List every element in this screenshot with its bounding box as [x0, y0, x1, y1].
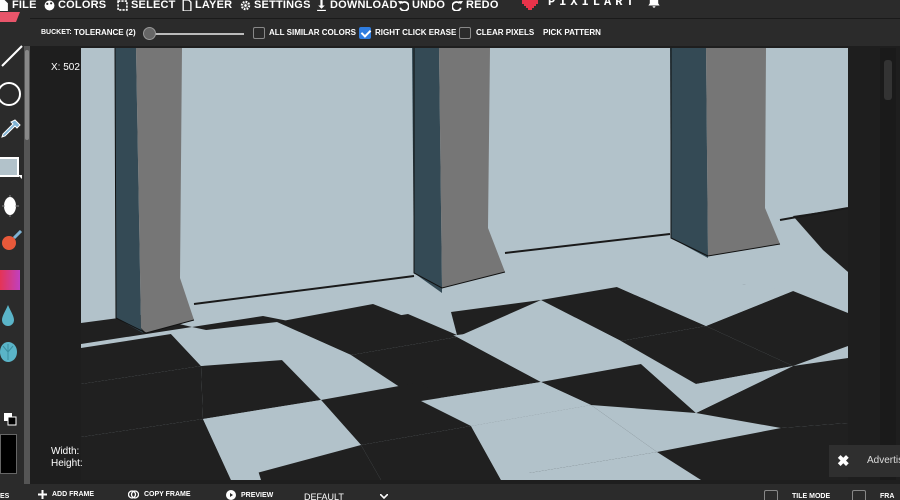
- advertisement-tab[interactable]: ✖ Advertis: [829, 445, 900, 477]
- gear-icon: [240, 0, 251, 10]
- drawing-canvas[interactable]: [81, 48, 848, 480]
- canvas-height-label: Height:: [51, 458, 83, 469]
- advertisement-label: Advertis: [867, 455, 900, 466]
- eyedropper-icon[interactable]: [0, 118, 24, 142]
- rectangle-icon[interactable]: [0, 156, 24, 180]
- close-icon[interactable]: ✖: [837, 452, 850, 470]
- bucket-icon[interactable]: [0, 230, 24, 254]
- add-frame-label: ADD FRAME: [52, 491, 94, 498]
- pillar-2-face: [439, 48, 505, 288]
- tolerance-slider-handle[interactable]: [143, 27, 156, 40]
- preview-label: PREVIEW: [241, 491, 274, 499]
- download-menu[interactable]: DOWNLOAD: [316, 0, 398, 14]
- select-menu-label: SELECT: [131, 0, 176, 11]
- layer-icon: [182, 0, 192, 11]
- copy-frame-button[interactable]: COPY FRAME: [128, 490, 191, 499]
- layer-menu-label: LAYER: [195, 0, 233, 11]
- file-icon: [0, 0, 8, 11]
- preview-button[interactable]: PREVIEW: [226, 490, 273, 500]
- frame-speed-select[interactable]: DEFAULT: [304, 492, 344, 500]
- frames-label: ES: [0, 493, 10, 500]
- pillar-3-shadow: [670, 48, 708, 258]
- tile-mode-label[interactable]: TILE MODE: [792, 493, 830, 500]
- all-similar-colors-label[interactable]: ALL SIMILAR COLORS: [269, 28, 356, 37]
- top-menu-bar: FILE COLORS SELECT LAYER SETTINGS DOWNLO…: [0, 0, 900, 18]
- redo-button[interactable]: REDO: [452, 0, 499, 14]
- tolerance-label: TOLERANCE (2): [74, 28, 136, 37]
- download-menu-label: DOWNLOAD: [330, 0, 398, 11]
- bell-icon[interactable]: [647, 0, 661, 9]
- copy-frame-label: COPY FRAME: [144, 491, 191, 498]
- plus-icon: [38, 490, 47, 499]
- undo-button[interactable]: UNDO: [398, 0, 445, 14]
- settings-menu-label: SETTINGS: [254, 0, 311, 11]
- tile-mode-checkbox[interactable]: [764, 490, 778, 500]
- lighten-icon[interactable]: [0, 194, 24, 218]
- primary-color-swatch[interactable]: [0, 434, 17, 474]
- add-frame-button[interactable]: ADD FRAME: [38, 490, 94, 499]
- pillar-3-face: [706, 48, 780, 256]
- pillar-2-shadow: [412, 48, 442, 293]
- pixel-art-scene[interactable]: [81, 48, 848, 480]
- cursor-coordinates: X: 502: [51, 62, 80, 73]
- colors-menu-label: COLORS: [58, 0, 107, 11]
- play-icon: [226, 490, 236, 500]
- redo-icon: [452, 0, 463, 11]
- shell-icon[interactable]: [0, 340, 24, 364]
- redo-label: REDO: [466, 0, 499, 11]
- undo-label: UNDO: [412, 0, 446, 11]
- frames-toggle-label[interactable]: FRA: [880, 493, 894, 500]
- download-icon: [317, 0, 326, 11]
- chevron-down-icon[interactable]: [380, 494, 388, 500]
- colors-menu[interactable]: COLORS: [44, 0, 106, 14]
- select-menu[interactable]: SELECT: [117, 0, 176, 14]
- clear-pixels-label[interactable]: CLEAR PIXELS: [476, 28, 534, 37]
- blur-icon[interactable]: [0, 304, 24, 328]
- clear-pixels-checkbox[interactable]: [459, 27, 471, 39]
- layer-menu[interactable]: LAYER: [181, 0, 232, 14]
- frames-bar: ES ADD FRAME COPY FRAME PREVIEW DEFAULT …: [0, 484, 900, 500]
- all-similar-colors-checkbox[interactable]: [253, 27, 265, 39]
- circle-icon[interactable]: [0, 82, 24, 106]
- settings-menu[interactable]: SETTINGS: [240, 0, 311, 14]
- pillar-1-face: [136, 48, 194, 333]
- right-click-erase-label[interactable]: RIGHT CLICK ERASE: [375, 28, 456, 37]
- frame-speed-value: DEFAULT: [304, 492, 344, 500]
- right-click-erase-checkbox[interactable]: [359, 27, 371, 39]
- brand-name: PIXILART: [548, 0, 638, 9]
- palette-icon: [44, 0, 55, 10]
- line-icon[interactable]: [0, 44, 24, 68]
- canvas-scrollbar[interactable]: [880, 48, 896, 480]
- canvas-width-label: Width:: [51, 446, 80, 457]
- pixilart-heart-logo[interactable]: [520, 0, 544, 12]
- bucket-label: BUCKET:: [41, 29, 72, 36]
- gradient-icon[interactable]: [0, 268, 24, 292]
- tool-options-bar: BUCKET: TOLERANCE (2) ALL SIMILAR COLORS…: [30, 18, 900, 46]
- swap-colors-icon[interactable]: [0, 412, 18, 426]
- tolerance-slider-track[interactable]: [144, 33, 244, 35]
- frames-toggle-checkbox[interactable]: [852, 490, 866, 500]
- undo-icon: [398, 0, 409, 11]
- eraser-icon[interactable]: [0, 12, 24, 36]
- select-icon: [117, 0, 128, 11]
- file-menu-label: FILE: [12, 0, 37, 11]
- copy-icon: [128, 490, 139, 499]
- pick-pattern-button[interactable]: PICK PATTERN: [543, 28, 601, 37]
- canvas-scrollbar-thumb[interactable]: [884, 60, 892, 100]
- tool-panel-scrollbar-thumb[interactable]: [25, 50, 29, 140]
